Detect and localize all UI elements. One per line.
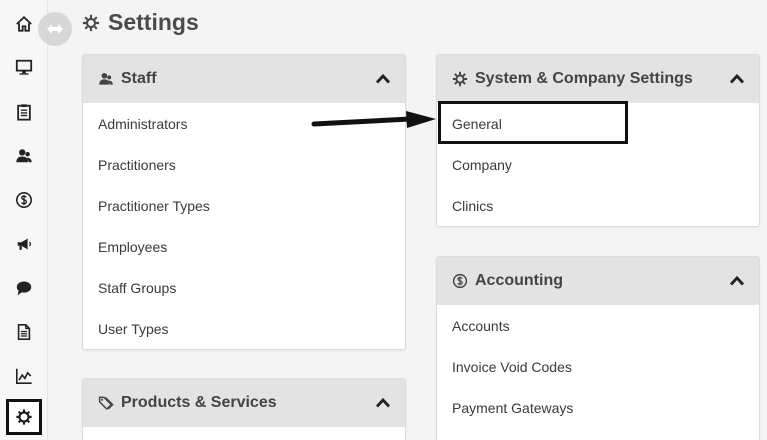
accounting-item-payment-gateways[interactable]: Payment Gateways	[437, 387, 759, 428]
nav-marketing[interactable]	[8, 228, 40, 260]
system-item-clinics[interactable]: Clinics	[437, 185, 759, 226]
chevron-up-icon[interactable]	[729, 273, 745, 289]
chevron-up-icon[interactable]	[729, 71, 745, 87]
dollar-circle-icon	[452, 273, 468, 289]
system-company-settings-card-header[interactable]: System & Company Settings	[437, 55, 759, 103]
chevron-up-icon[interactable]	[375, 395, 391, 411]
accounting-card: Accounting Accounts Invoice Void Codes P…	[436, 256, 760, 440]
arrows-horizontal-icon	[47, 24, 63, 34]
nav-billing[interactable]	[8, 184, 40, 216]
staff-item-employees[interactable]: Employees	[83, 226, 405, 267]
monitor-icon	[15, 59, 33, 75]
nav-people[interactable]	[8, 140, 40, 172]
gear-icon	[16, 409, 32, 425]
accounting-item-invoice-void-codes[interactable]: Invoice Void Codes	[437, 346, 759, 387]
tags-icon	[98, 396, 114, 411]
nav-documents[interactable]	[8, 316, 40, 348]
staff-item-user-types[interactable]: User Types	[83, 308, 405, 349]
system-company-settings-card-title: System & Company Settings	[475, 70, 693, 87]
nav-messages[interactable]	[8, 272, 40, 304]
system-company-settings-card: System & Company Settings General Compan…	[436, 54, 760, 227]
page-title-text: Settings	[108, 9, 199, 35]
staff-item-staff-groups[interactable]: Staff Groups	[83, 267, 405, 308]
collapse-sidebar-button[interactable]	[38, 12, 72, 46]
home-icon	[16, 16, 32, 32]
line-chart-icon	[15, 368, 32, 385]
chat-bubble-icon	[16, 281, 32, 296]
document-icon	[17, 323, 31, 341]
users-icon	[16, 149, 32, 163]
products-services-card: Products & Services	[82, 378, 406, 440]
page-title: Settings	[82, 9, 199, 36]
users-icon	[99, 73, 113, 85]
nav-settings[interactable]	[6, 399, 42, 435]
accounting-card-header[interactable]: Accounting	[437, 257, 759, 305]
system-item-general[interactable]: General	[437, 103, 759, 144]
system-item-company[interactable]: Company	[437, 144, 759, 185]
pointer-arrow-icon	[311, 111, 436, 128]
chevron-up-icon[interactable]	[375, 71, 391, 87]
dollar-circle-icon	[15, 191, 33, 209]
staff-card: Staff Administrators Practitioners Pract…	[82, 54, 406, 350]
gear-icon	[452, 71, 468, 87]
gear-icon	[82, 14, 100, 31]
staff-item-practitioners[interactable]: Practitioners	[83, 144, 405, 185]
staff-card-header[interactable]: Staff	[83, 55, 405, 103]
clipboard-icon	[17, 104, 31, 121]
products-services-card-header[interactable]: Products & Services	[83, 379, 405, 427]
nav-dashboard[interactable]	[8, 51, 40, 83]
staff-item-practitioner-types[interactable]: Practitioner Types	[83, 185, 405, 226]
nav-home[interactable]	[8, 8, 40, 40]
megaphone-icon	[17, 238, 32, 250]
nav-reports[interactable]	[8, 360, 40, 392]
side-nav-rail	[0, 0, 48, 440]
staff-card-title: Staff	[121, 70, 157, 87]
products-services-card-title: Products & Services	[121, 394, 277, 411]
accounting-item-accounts[interactable]: Accounts	[437, 305, 759, 346]
accounting-card-title: Accounting	[475, 272, 563, 289]
nav-clipboard[interactable]	[8, 96, 40, 128]
